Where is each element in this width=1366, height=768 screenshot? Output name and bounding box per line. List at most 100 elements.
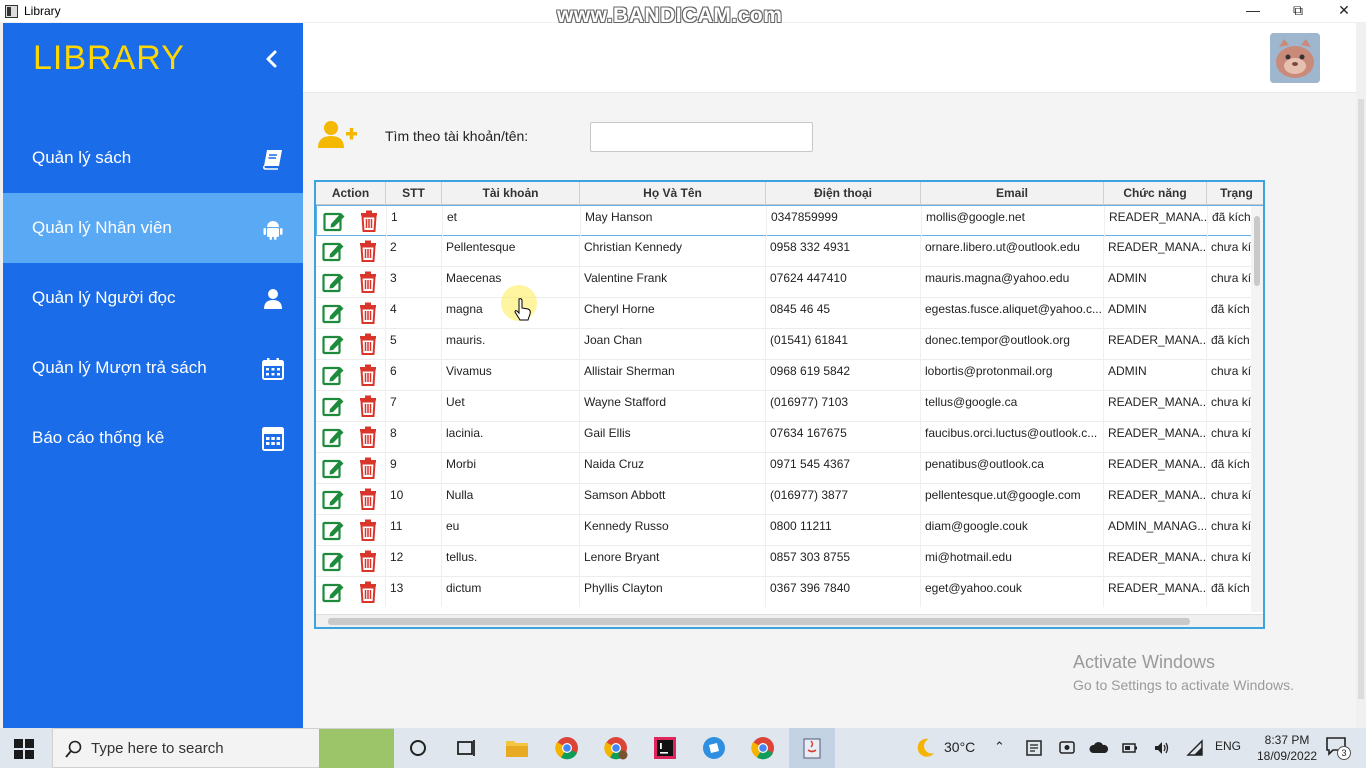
chrome-icon[interactable] — [555, 736, 579, 760]
cell-fullname: Wayne Stafford — [580, 391, 766, 422]
table-row[interactable]: 5 mauris. Joan Chan (01541) 61841 donec.temp… — [316, 329, 1263, 360]
sidebar-item-employees[interactable]: Quản lý Nhân viên — [3, 193, 303, 263]
calculator-icon — [262, 427, 284, 451]
sidebar-item-borrow-return[interactable]: Quản lý Mượn trả sách — [3, 333, 303, 403]
table-row[interactable]: 3 Maecenas Valentine Frank 07624 447410 maur… — [316, 267, 1263, 298]
header-account[interactable]: Tài khoản — [442, 182, 580, 205]
wifi-icon[interactable] — [1186, 739, 1204, 757]
edit-icon[interactable] — [322, 488, 346, 510]
edit-icon[interactable] — [322, 519, 346, 541]
cortana-icon[interactable] — [406, 736, 430, 760]
edit-icon[interactable] — [322, 333, 346, 355]
cell-email: mollis@google.net — [922, 206, 1105, 237]
header-stt[interactable]: STT — [386, 182, 442, 205]
trash-icon[interactable] — [358, 333, 378, 355]
header-email[interactable]: Email — [921, 182, 1104, 205]
sidebar-item-label: Quản lý Người đọc — [32, 288, 176, 307]
meet-now-icon[interactable] — [1058, 739, 1076, 757]
sidebar-item-books[interactable]: Quản lý sách — [3, 123, 303, 193]
table-row[interactable]: 4 magna Cheryl Horne 0845 46 45 egestas.fusc… — [316, 298, 1263, 329]
table-row[interactable]: 10 Nulla Samson Abbott (016977) 3877 pellent… — [316, 484, 1263, 515]
chrome-icon-2[interactable] — [751, 736, 775, 760]
taskbar-search[interactable]: Type here to search — [52, 728, 394, 768]
trash-icon[interactable] — [358, 457, 378, 479]
header-fullname[interactable]: Họ Và Tên — [580, 182, 766, 205]
cell-account: Morbi — [442, 453, 580, 484]
edit-icon[interactable] — [322, 426, 346, 448]
cell-action — [316, 546, 386, 577]
windows-start-icon[interactable] — [14, 739, 34, 759]
table-row[interactable]: 6 Vivamus Allistair Sherman 0968 619 5842 lo… — [316, 360, 1263, 391]
system-clock[interactable]: 8:37 PM 18/09/2022 — [1257, 732, 1317, 764]
trash-icon[interactable] — [359, 210, 379, 232]
table-row[interactable]: 1 et May Hanson 0347859999 mollis@google.net… — [316, 205, 1263, 237]
chevron-up-icon[interactable]: ⌃ — [994, 739, 1005, 755]
weather-temperature[interactable]: 30°C — [944, 739, 975, 755]
cell-action — [316, 329, 386, 360]
intellij-icon[interactable] — [653, 736, 677, 760]
avatar[interactable] — [1270, 33, 1320, 83]
sidebar-item-readers[interactable]: Quản lý Người đọc — [3, 263, 303, 333]
table-row[interactable]: 7 Uet Wayne Stafford (016977) 7103 tellus@go… — [316, 391, 1263, 422]
trash-icon[interactable] — [358, 581, 378, 603]
main-vertical-scrollbar[interactable] — [1356, 93, 1366, 728]
trash-icon[interactable] — [358, 519, 378, 541]
table-row[interactable]: 2 Pellentesque Christian Kennedy 0958 332 4… — [316, 236, 1263, 267]
header-phone[interactable]: Điện thoại — [766, 182, 921, 205]
table-vertical-scrollbar[interactable] — [1251, 206, 1263, 612]
title-bar: Library www.BANDICAM.com — ⧉ ✕ — [0, 0, 1366, 27]
edit-icon[interactable] — [322, 581, 346, 603]
edit-icon[interactable] — [323, 210, 347, 232]
trash-icon[interactable] — [358, 271, 378, 293]
edit-icon[interactable] — [322, 395, 346, 417]
task-view-icon[interactable] — [454, 736, 478, 760]
notification-center[interactable]: 3 — [1325, 736, 1351, 760]
trash-icon[interactable] — [358, 488, 378, 510]
table-row[interactable]: 9 Morbi Naida Cruz 0971 545 4367 penatibus@o… — [316, 453, 1263, 484]
trash-icon[interactable] — [358, 426, 378, 448]
volume-icon[interactable] — [1153, 739, 1171, 757]
input-language[interactable]: ENG — [1215, 739, 1241, 753]
file-explorer-icon[interactable] — [505, 736, 529, 760]
taskbar-search-placeholder: Type here to search — [91, 740, 224, 757]
header-role[interactable]: Chức năng — [1104, 182, 1207, 205]
table-row[interactable]: 8 lacinia. Gail Ellis 07634 167675 faucibus.… — [316, 422, 1263, 453]
edit-icon[interactable] — [322, 457, 346, 479]
cell-action — [316, 267, 386, 298]
add-user-icon[interactable] — [317, 119, 359, 149]
chrome-profile-icon[interactable] — [604, 736, 628, 760]
sidebar-item-reports[interactable]: Báo cáo thống kê — [3, 403, 303, 473]
trash-icon[interactable] — [358, 302, 378, 324]
cell-fullname: Christian Kennedy — [580, 236, 766, 267]
onedrive-icon[interactable] — [1089, 739, 1109, 757]
edit-icon[interactable] — [322, 302, 346, 324]
edit-icon[interactable] — [322, 550, 346, 572]
trash-icon[interactable] — [358, 364, 378, 386]
edit-icon[interactable] — [322, 240, 346, 262]
table-horizontal-scrollbar[interactable] — [316, 614, 1263, 627]
header-status[interactable]: Trạng — [1207, 182, 1263, 205]
table-row[interactable]: 12 tellus. Lenore Bryant 0857 303 8755 mi@ho… — [316, 546, 1263, 577]
battery-icon[interactable] — [1121, 739, 1139, 757]
table-row[interactable]: 13 dictum Phyllis Clayton 0367 396 7840 eget… — [316, 577, 1263, 607]
taskbar-active-app[interactable] — [789, 728, 835, 768]
trash-icon[interactable] — [358, 550, 378, 572]
search-icon — [65, 740, 82, 758]
search-input[interactable] — [590, 122, 813, 152]
minimize-button[interactable]: — — [1231, 0, 1275, 22]
taskbar: Type here to search 30°C ⌃ ENG 8:37 PM 1… — [0, 728, 1366, 768]
trash-icon[interactable] — [358, 240, 378, 262]
weather-moon-icon[interactable] — [914, 737, 936, 759]
zalo-icon[interactable] — [702, 736, 726, 760]
header-action[interactable]: Action — [316, 182, 386, 205]
chevron-left-icon[interactable] — [262, 49, 282, 69]
edit-icon[interactable] — [322, 271, 346, 293]
cell-phone: 0968 619 5842 — [766, 360, 921, 391]
trash-icon[interactable] — [358, 395, 378, 417]
close-button[interactable]: ✕ — [1322, 0, 1366, 22]
note-icon[interactable] — [1025, 739, 1043, 757]
cell-phone: 0857 303 8755 — [766, 546, 921, 577]
restore-button[interactable]: ⧉ — [1276, 0, 1320, 22]
edit-icon[interactable] — [322, 364, 346, 386]
table-row[interactable]: 11 eu Kennedy Russo 0800 11211 diam@google.c… — [316, 515, 1263, 546]
